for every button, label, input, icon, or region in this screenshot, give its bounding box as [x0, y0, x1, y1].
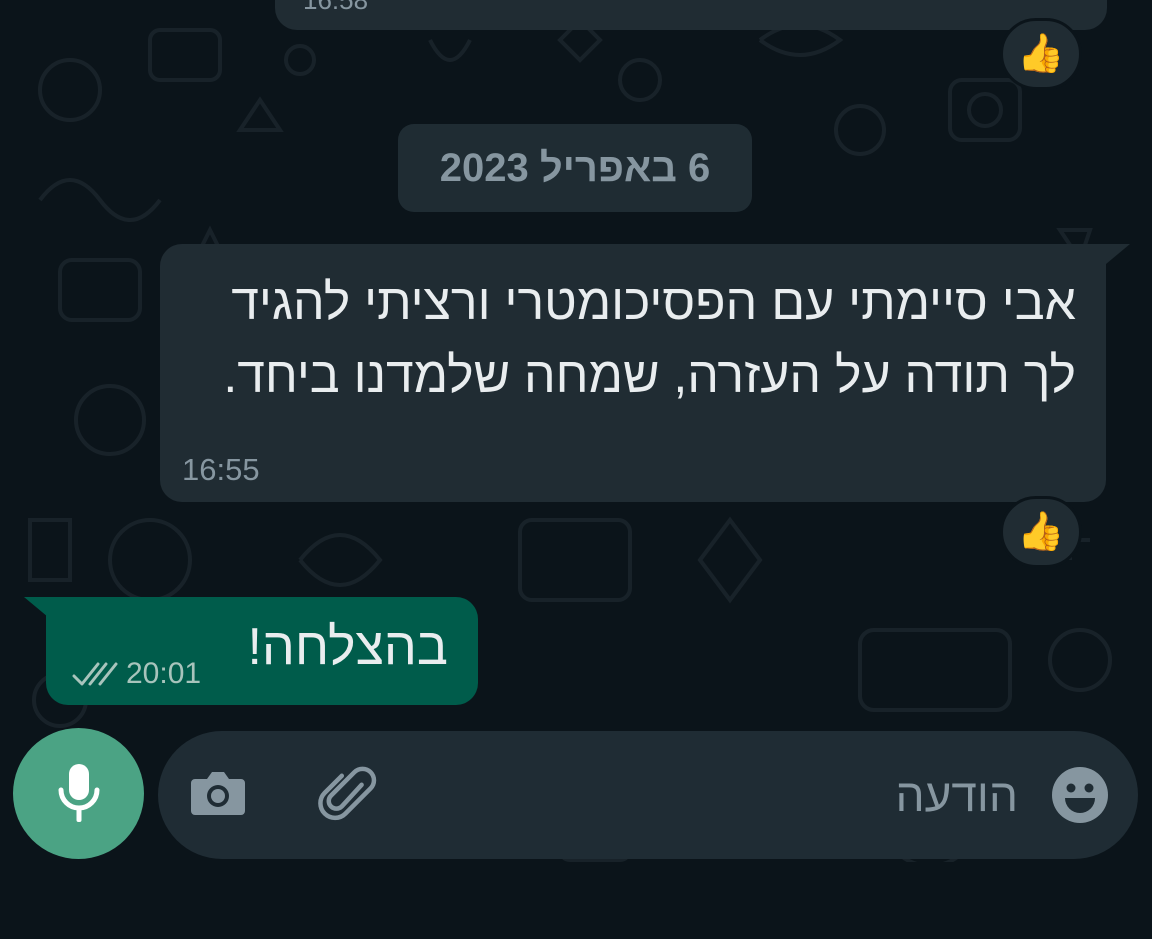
outgoing-message-bubble[interactable]: בהצלחה! 20:01: [46, 597, 478, 705]
message-time: 20:01: [126, 657, 202, 690]
message-input[interactable]: [458, 765, 1018, 825]
message-text: אבי סיימתי עם הפסיכומטרי ורציתי להגיד לך…: [223, 274, 1076, 403]
message-composer: [158, 731, 1138, 859]
paperclip-icon[interactable]: [316, 761, 384, 829]
emoji-icon[interactable]: [1050, 765, 1110, 825]
microphone-icon: [58, 763, 99, 822]
footer-background: [0, 862, 1152, 939]
camera-icon[interactable]: [186, 761, 250, 825]
voice-record-button[interactable]: [13, 728, 144, 859]
previous-message-bubble[interactable]: 16:58: [275, 0, 1107, 30]
message-reaction[interactable]: 👍: [1000, 496, 1082, 568]
message-text: בהצלחה!: [247, 618, 448, 676]
date-separator: 6 באפריל 2023: [398, 124, 752, 212]
message-reaction[interactable]: 👍: [1000, 18, 1082, 90]
message-time: 16:55: [182, 452, 260, 487]
date-label: 6 באפריל 2023: [439, 145, 711, 190]
thumbs-up-icon: 👍: [1017, 33, 1065, 75]
message-meta: 20:01: [72, 657, 201, 691]
double-check-icon: [72, 662, 118, 686]
message-time: 16:58: [303, 0, 369, 15]
incoming-message-bubble[interactable]: אבי סיימתי עם הפסיכומטרי ורציתי להגיד לך…: [160, 244, 1106, 502]
chat-window: 16:58 👍 6 באפריל 2023 אבי סיימתי עם הפסי…: [0, 0, 1152, 939]
thumbs-up-icon: 👍: [1017, 511, 1065, 553]
